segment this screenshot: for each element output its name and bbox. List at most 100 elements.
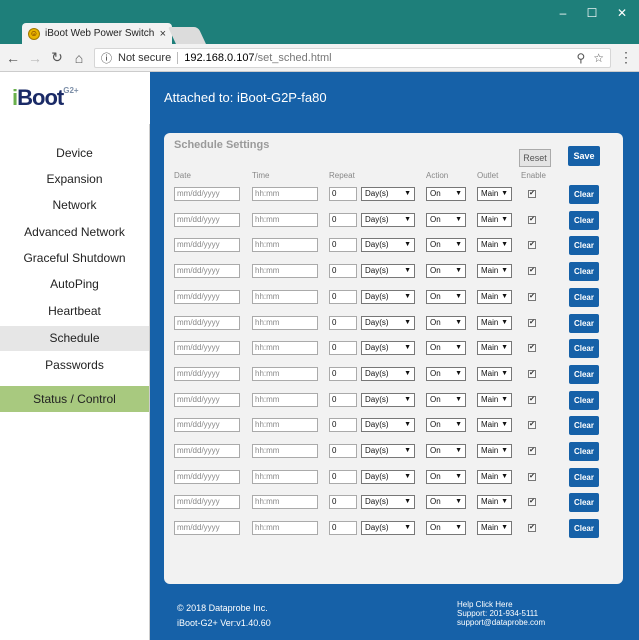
maximize-icon[interactable]: ☐ [580,6,604,20]
action-select[interactable]: On ▼ [426,289,466,304]
clear-button[interactable]: Clear [569,519,599,539]
repeat-count-input[interactable]: 0 [329,315,357,330]
time-input[interactable]: hh:mm [252,418,318,433]
action-select[interactable]: On ▼ [426,495,466,510]
back-icon[interactable]: ← [6,50,20,66]
outlet-select[interactable]: Main ▼ [477,418,512,433]
date-input[interactable]: mm/dd/yyyy [174,315,240,330]
sidebar-item-advanced-network[interactable]: Advanced Network [0,220,149,245]
repeat-count-input[interactable]: 0 [329,187,357,201]
date-input[interactable]: mm/dd/yyyy [174,366,240,381]
repeat-unit-select[interactable]: Day(s) ▼ [361,315,415,330]
repeat-count-input[interactable]: 0 [329,289,357,304]
repeat-count-input[interactable]: 0 [329,212,357,227]
action-select[interactable]: On ▼ [426,238,466,253]
time-input[interactable]: hh:mm [252,238,318,253]
repeat-count-input[interactable]: 0 [329,469,357,484]
repeat-unit-select[interactable]: Day(s) ▼ [361,444,415,458]
forward-icon[interactable]: → [28,50,42,66]
outlet-select[interactable]: Main ▼ [477,495,512,510]
clear-button[interactable]: Clear [569,262,599,282]
menu-icon[interactable]: ⋮ [619,49,633,66]
outlet-select[interactable]: Main ▼ [477,187,512,201]
date-input[interactable]: mm/dd/yyyy [174,264,240,279]
repeat-unit-select[interactable]: Day(s) ▼ [361,495,415,510]
action-select[interactable]: On ▼ [426,469,466,484]
repeat-unit-select[interactable]: Day(s) ▼ [361,212,415,227]
time-input[interactable]: hh:mm [252,521,318,536]
date-input[interactable]: mm/dd/yyyy [174,418,240,433]
action-select[interactable]: On ▼ [426,212,466,227]
enable-checkbox[interactable]: ✔ [528,447,536,455]
browser-tab[interactable]: ☺ iBoot Web Power Switch × [22,23,172,44]
time-input[interactable]: hh:mm [252,469,318,484]
reload-icon[interactable]: ↻ [50,49,64,66]
date-input[interactable]: mm/dd/yyyy [174,444,240,458]
clear-button[interactable]: Clear [569,493,599,513]
clear-button[interactable]: Clear [569,339,599,359]
enable-checkbox[interactable]: ✔ [528,267,536,276]
enable-checkbox[interactable]: ✔ [528,472,536,481]
date-input[interactable]: mm/dd/yyyy [174,187,240,201]
repeat-unit-select[interactable]: Day(s) ▼ [361,469,415,484]
repeat-count-input[interactable]: 0 [329,418,357,433]
enable-checkbox[interactable]: ✔ [528,395,536,404]
outlet-select[interactable]: Main ▼ [477,521,512,536]
date-input[interactable]: mm/dd/yyyy [174,469,240,484]
date-input[interactable]: mm/dd/yyyy [174,392,240,407]
action-select[interactable]: On ▼ [426,521,466,536]
sidebar-item-device[interactable]: Device [0,141,149,166]
repeat-count-input[interactable]: 0 [329,392,357,407]
outlet-select[interactable]: Main ▼ [477,238,512,253]
outlet-select[interactable]: Main ▼ [477,366,512,381]
enable-checkbox[interactable]: ✔ [528,344,536,353]
outlet-select[interactable]: Main ▼ [477,289,512,304]
repeat-unit-select[interactable]: Day(s) ▼ [361,392,415,407]
date-input[interactable]: mm/dd/yyyy [174,521,240,536]
outlet-select[interactable]: Main ▼ [477,315,512,330]
repeat-unit-select[interactable]: Day(s) ▼ [361,341,415,356]
date-input[interactable]: mm/dd/yyyy [174,289,240,304]
enable-checkbox[interactable]: ✔ [528,421,536,430]
action-select[interactable]: On ▼ [426,418,466,433]
clear-button[interactable]: Clear [569,185,599,204]
repeat-count-input[interactable]: 0 [329,366,357,381]
sidebar-item-schedule[interactable]: Schedule [0,326,149,351]
repeat-count-input[interactable]: 0 [329,341,357,356]
time-input[interactable]: hh:mm [252,289,318,304]
sidebar-item-network[interactable]: Network [0,193,149,218]
repeat-unit-select[interactable]: Day(s) ▼ [361,187,415,201]
enable-checkbox[interactable]: ✔ [528,369,536,378]
clear-button[interactable]: Clear [569,390,599,410]
sidebar-item-graceful-shutdown[interactable]: Graceful Shutdown [0,246,149,271]
clear-button[interactable]: Clear [569,210,599,230]
clear-button[interactable]: Clear [569,236,599,256]
help-link[interactable]: Help Click Here [457,600,545,609]
support-email[interactable]: support@dataprobe.com [457,618,545,627]
time-input[interactable]: hh:mm [252,444,318,458]
repeat-unit-select[interactable]: Day(s) ▼ [361,289,415,304]
sidebar-item-passwords[interactable]: Passwords [0,353,149,378]
enable-checkbox[interactable]: ✔ [528,292,536,301]
time-input[interactable]: hh:mm [252,264,318,279]
clear-button[interactable]: Clear [569,416,599,436]
zoom-icon[interactable]: ⚲ [576,51,585,65]
repeat-unit-select[interactable]: Day(s) ▼ [361,238,415,253]
repeat-unit-select[interactable]: Day(s) ▼ [361,264,415,279]
enable-checkbox[interactable]: ✔ [528,190,536,198]
repeat-count-input[interactable]: 0 [329,238,357,253]
date-input[interactable]: mm/dd/yyyy [174,212,240,227]
clear-button[interactable]: Clear [569,467,599,487]
time-input[interactable]: hh:mm [252,341,318,356]
outlet-select[interactable]: Main ▼ [477,392,512,407]
clear-button[interactable]: Clear [569,313,599,333]
sidebar-item-status-control[interactable]: Status / Control [0,386,149,412]
enable-checkbox[interactable]: ✔ [528,241,536,250]
date-input[interactable]: mm/dd/yyyy [174,238,240,253]
close-window-icon[interactable]: ✕ [610,6,634,20]
time-input[interactable]: hh:mm [252,187,318,201]
minimize-icon[interactable]: – [551,6,575,20]
outlet-select[interactable]: Main ▼ [477,469,512,484]
time-input[interactable]: hh:mm [252,366,318,381]
home-icon[interactable]: ⌂ [72,50,86,66]
